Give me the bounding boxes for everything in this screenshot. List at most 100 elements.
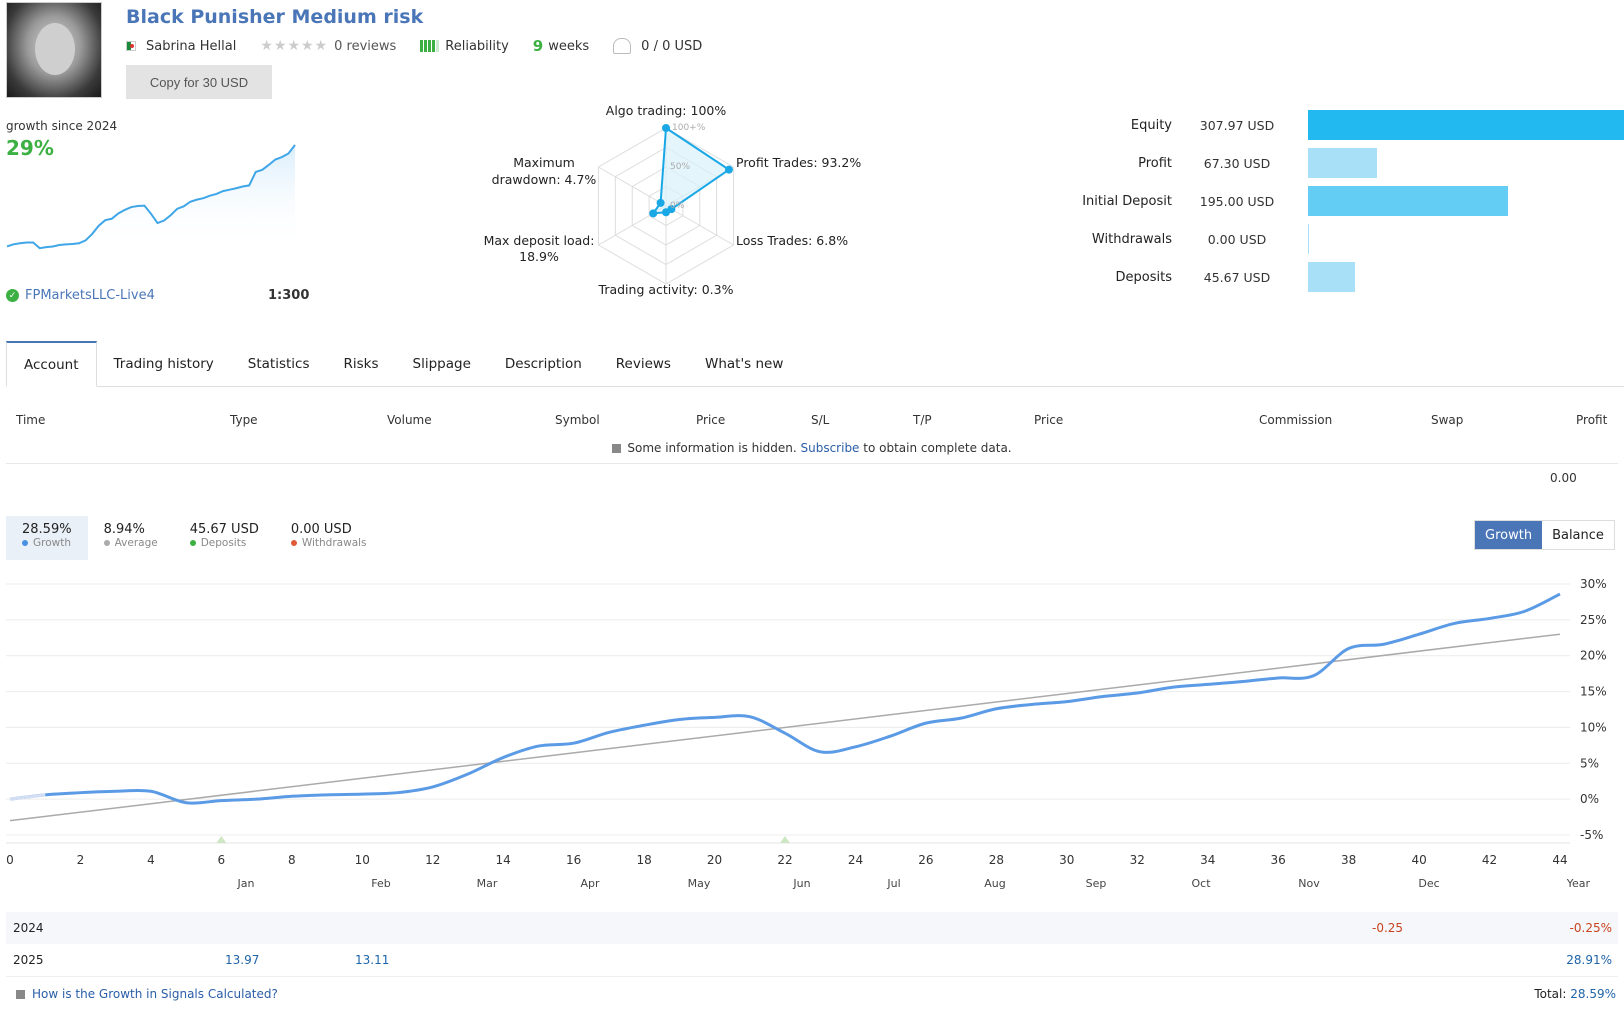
subscribers-value: 0 / 0 USD <box>641 38 703 54</box>
legend-dot-icon <box>103 540 110 546</box>
column-header[interactable]: Profit <box>1576 413 1607 427</box>
column-header[interactable]: Swap <box>1431 413 1463 427</box>
radar-label-activity: Trading activity: 0.3% <box>598 282 734 297</box>
x-tick-label: 14 <box>496 853 511 867</box>
server-name[interactable]: FPMarketsLLC-Live4 <box>25 288 155 303</box>
x-tick-label: 38 <box>1341 853 1356 867</box>
divider <box>6 976 1618 977</box>
tab-what-s-new[interactable]: What's new <box>688 341 800 387</box>
tab-trading-history[interactable]: Trading history <box>97 341 231 387</box>
x-tick-label: 16 <box>566 853 581 867</box>
x-tick-label: 30 <box>1059 853 1074 867</box>
legend-dot-icon <box>189 540 196 546</box>
stat-withdrawals[interactable]: 0.00 USD Withdrawals <box>275 516 383 560</box>
subscribe-link[interactable]: Subscribe <box>800 441 859 455</box>
stat-label: Withdrawals <box>301 537 367 549</box>
reliability-label: Reliability <box>445 38 509 54</box>
radar-label-load-value: 18.9% <box>519 249 559 264</box>
month-label: Jul <box>886 877 900 890</box>
month-label: Sep <box>1086 877 1107 890</box>
radar-polygon <box>651 126 731 215</box>
author-name[interactable]: Sabrina Hellal <box>146 39 236 54</box>
x-tick-label: 34 <box>1200 853 1215 867</box>
tab-description[interactable]: Description <box>488 341 599 387</box>
month-label: Aug <box>984 877 1005 890</box>
month-label: Jan <box>237 877 255 890</box>
month-value[interactable]: 13.97 <box>225 953 259 967</box>
balance-toggle-button[interactable]: Balance <box>1542 521 1614 549</box>
column-header[interactable]: Price <box>1034 413 1063 427</box>
month-value[interactable]: -0.25 <box>1372 921 1403 935</box>
column-header[interactable]: Price <box>696 413 725 427</box>
balance-bar <box>1308 262 1355 292</box>
stat-average[interactable]: 8.94% Average <box>88 516 174 560</box>
trades-table-header: Time Type Volume Symbol Price S/L T/P Price Comm… <box>6 410 1618 432</box>
column-header[interactable]: Symbol <box>555 413 600 427</box>
subscribers-icon <box>613 38 632 54</box>
month-label: Year <box>1566 877 1591 890</box>
year-label: 2024 <box>13 921 44 935</box>
reliability-bars-icon <box>420 40 440 52</box>
column-header[interactable]: Commission <box>1259 413 1332 427</box>
stat-growth[interactable]: 28.59% Growth <box>6 516 88 560</box>
y-tick-label: 20% <box>1580 649 1607 663</box>
balance-bar <box>1308 110 1624 140</box>
growth-help-link[interactable]: How is the Growth in Signals Calculated? <box>16 987 278 1001</box>
tab-account[interactable]: Account <box>6 341 97 387</box>
deposit-marker <box>216 836 227 843</box>
signal-title[interactable]: Black Punisher Medium risk <box>126 6 423 28</box>
x-tick-label: 32 <box>1130 853 1145 867</box>
balance-row: Equity 307.97 USD <box>1040 110 1624 140</box>
radar-label-load: Max deposit load: <box>484 233 595 248</box>
column-header[interactable]: Volume <box>387 413 432 427</box>
x-tick-label: 24 <box>848 853 863 867</box>
total-profit: 0.00 <box>1550 471 1577 485</box>
tab-slippage[interactable]: Slippage <box>396 341 488 387</box>
radar-scale-50: 50% <box>670 162 690 172</box>
x-tick-label: 42 <box>1482 853 1497 867</box>
balance-value: 307.97 USD <box>1199 117 1275 133</box>
mini-growth-chart <box>6 144 296 250</box>
radar-label-algo: Algo trading: 100% <box>606 103 727 118</box>
radar-label-loss: Loss Trades: 6.8% <box>736 233 848 248</box>
stat-deposits[interactable]: 45.67 USD Deposits <box>174 516 275 560</box>
column-header[interactable]: S/L <box>811 413 829 427</box>
growth-stats: 28.59% Growth 8.94% Average 45.67 USD Deposit… <box>6 516 383 560</box>
radar-label-profit: Profit Trades: 93.2% <box>736 155 861 170</box>
x-tick-label: 36 <box>1271 853 1286 867</box>
growth-toggle-button[interactable]: Growth <box>1475 521 1543 549</box>
server-link[interactable]: ✓ FPMarketsLLC-Live4 <box>6 288 155 303</box>
month-value[interactable]: 13.11 <box>355 953 389 967</box>
y-tick-label: 0% <box>1580 792 1599 806</box>
tab-risks[interactable]: Risks <box>327 341 396 387</box>
x-tick-label: 0 <box>6 853 14 867</box>
month-label: Nov <box>1298 877 1320 890</box>
month-label: Dec <box>1418 877 1439 890</box>
column-header[interactable]: T/P <box>913 413 932 427</box>
tab-reviews[interactable]: Reviews <box>599 341 688 387</box>
month-label: Jun <box>792 877 810 890</box>
tab-statistics[interactable]: Statistics <box>231 341 327 387</box>
author-avatar[interactable] <box>6 2 102 98</box>
month-label: Feb <box>371 877 390 890</box>
stat-value: 45.67 USD <box>189 522 259 537</box>
info-icon <box>16 989 25 999</box>
weeks-label: weeks <box>548 38 590 54</box>
growth-line-start <box>9 793 46 801</box>
radar-chart: 100+% 50% 0% Algo trading: 100% Profit T… <box>484 103 862 297</box>
column-header[interactable]: Time <box>16 413 45 427</box>
x-tick-label: 44 <box>1552 853 1567 867</box>
column-header[interactable]: Type <box>230 413 258 427</box>
reviews-count[interactable]: 0 reviews <box>334 39 396 54</box>
balance-bar <box>1308 148 1378 178</box>
divider <box>6 463 1618 464</box>
copy-button[interactable]: Copy for 30 USD <box>126 65 272 99</box>
y-tick-label: 15% <box>1580 685 1607 699</box>
month-label: Oct <box>1191 877 1211 890</box>
balance-value: 195.00 USD <box>1199 193 1275 209</box>
mini-area <box>7 144 295 250</box>
year-label: 2025 <box>13 953 44 967</box>
balance-row: Profit 67.30 USD <box>1040 148 1624 178</box>
y-tick-label: -5% <box>1580 828 1603 842</box>
balance-value: 0.00 USD <box>1207 231 1267 247</box>
